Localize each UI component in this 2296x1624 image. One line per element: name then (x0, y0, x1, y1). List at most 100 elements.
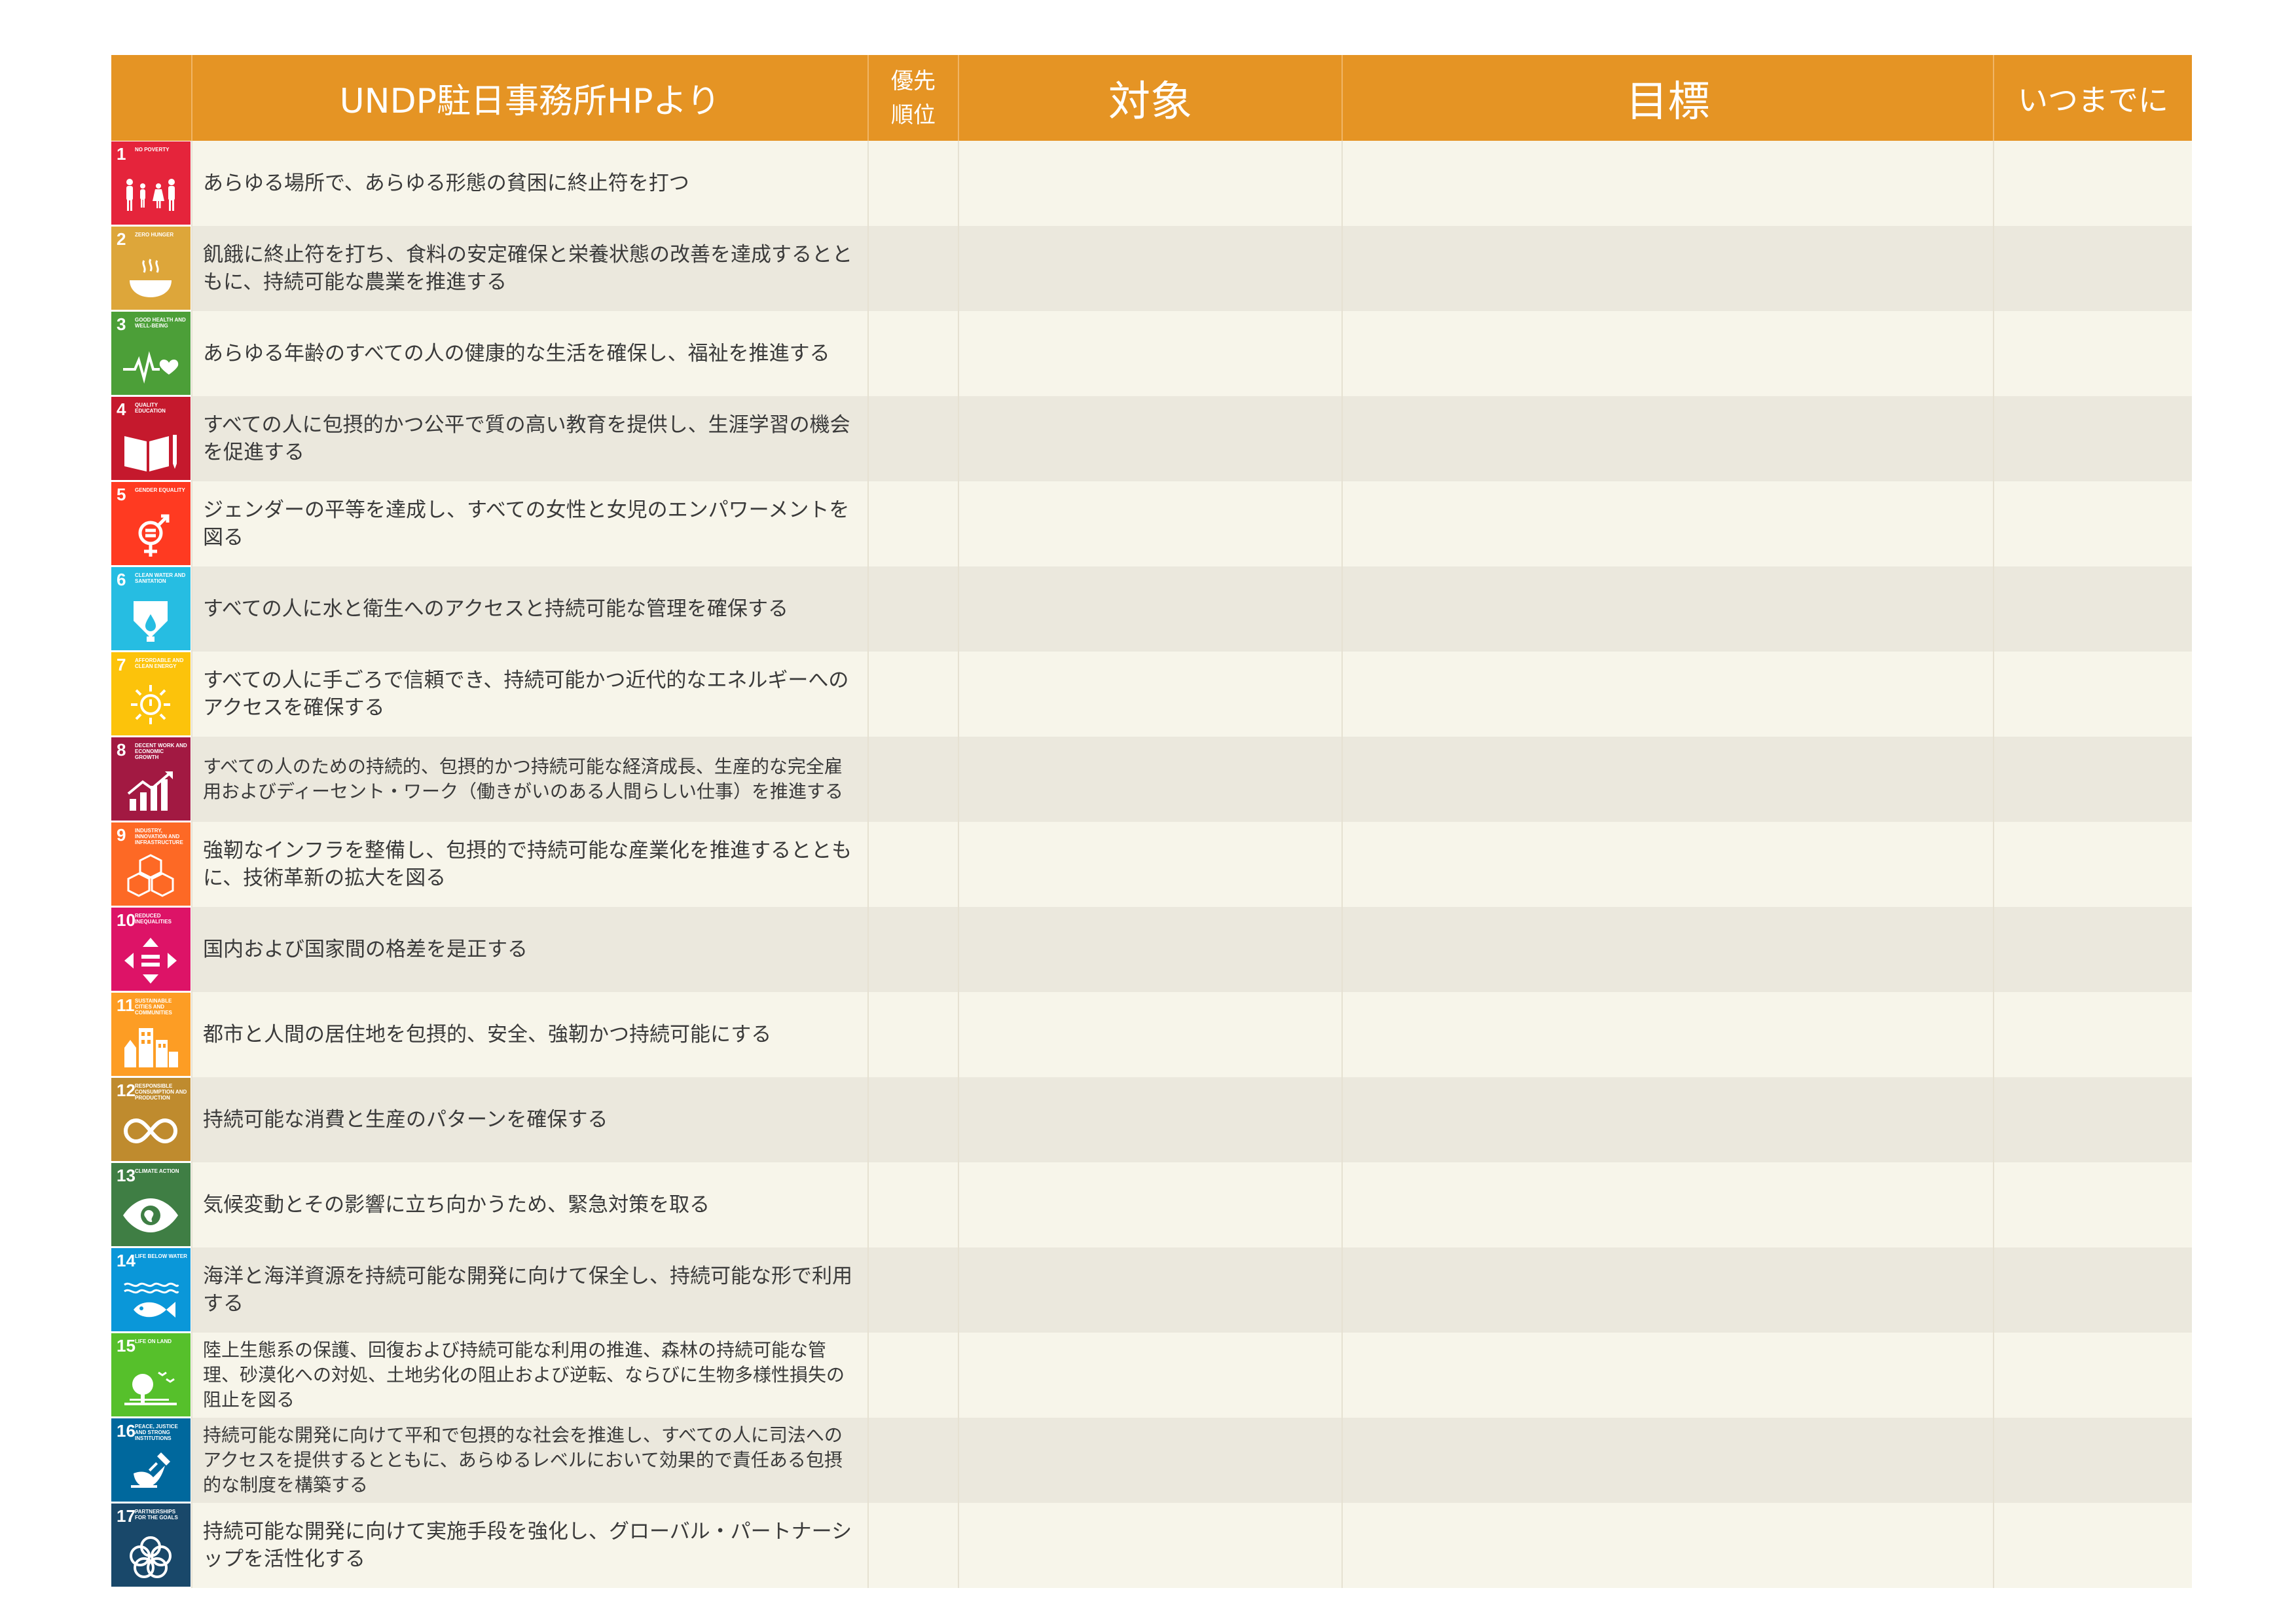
bowl-icon (130, 259, 172, 297)
priority-cell[interactable] (868, 992, 959, 1077)
deadline-cell[interactable] (1994, 566, 2192, 652)
goal-cell[interactable] (1342, 396, 1994, 481)
target-cell[interactable] (958, 907, 1343, 992)
deadline-cell[interactable] (1994, 226, 2192, 311)
goal-icon-cell: 9 INDUSTRY, INNOVATION AND INFRASTRUCTURE (111, 822, 192, 907)
goal-description: ジェンダーの平等を達成し、すべての女性と女児のエンパワーメントを図る (192, 481, 869, 566)
priority-cell[interactable] (868, 1247, 959, 1333)
goal-row: 4 QUALITY EDUCATION すべての人に包摂的かつ公平で質の高い教育を提… (111, 396, 2192, 481)
priority-cell[interactable] (868, 1503, 959, 1588)
goal-cell[interactable] (1342, 566, 1994, 652)
target-cell[interactable] (958, 1333, 1343, 1418)
deadline-cell[interactable] (1994, 737, 2192, 822)
sdg-goal-tile: 16 PEACE, JUSTICE AND STRONG INSTITUTIONS (111, 1418, 191, 1502)
deadline-cell[interactable] (1994, 1247, 2192, 1333)
priority-cell[interactable] (868, 1418, 959, 1503)
goal-cell[interactable] (1342, 226, 1994, 311)
sdg-goal-number: 8 (117, 740, 126, 760)
deadline-cell[interactable] (1994, 481, 2192, 566)
target-cell[interactable] (958, 226, 1343, 311)
sdg-goal-title: RESPONSIBLE CONSUMPTION AND PRODUCTION (135, 1083, 187, 1101)
goal-cell[interactable] (1342, 1503, 1994, 1588)
goal-row: 5 GENDER EQUALITY ジェンダーの平等を達成し、すべての女性と女児のエ… (111, 481, 2192, 566)
target-cell[interactable] (958, 1077, 1343, 1162)
priority-cell[interactable] (868, 481, 959, 566)
sdg-goal-tile: 2 ZERO HUNGER (111, 227, 191, 310)
sun-power-icon (131, 685, 170, 724)
goal-cell[interactable] (1342, 481, 1994, 566)
header-row: UNDP駐日事務所HPより 優先 順位 対象 目標 いつまでに (111, 55, 2192, 141)
goal-description: 持続可能な消費と生産のパターンを確保する (192, 1077, 869, 1162)
header-target: 対象 (958, 55, 1343, 141)
sdg-goal-number: 7 (117, 655, 126, 674)
priority-cell[interactable] (868, 1077, 959, 1162)
goal-cell[interactable] (1342, 1077, 1994, 1162)
target-cell[interactable] (958, 311, 1343, 396)
priority-cell[interactable] (868, 226, 959, 311)
goal-cell[interactable] (1342, 1418, 1994, 1503)
goal-cell[interactable] (1342, 822, 1994, 907)
deadline-cell[interactable] (1994, 1162, 2192, 1247)
deadline-cell[interactable] (1994, 907, 2192, 992)
priority-cell[interactable] (868, 652, 959, 737)
book-pencil-icon (124, 435, 177, 471)
goal-row: 3 GOOD HEALTH AND WELL-BEING あらゆる年齢のすべての人の… (111, 311, 2192, 396)
target-cell[interactable] (958, 652, 1343, 737)
target-cell[interactable] (958, 481, 1343, 566)
goal-icon-cell: 2 ZERO HUNGER (111, 226, 192, 311)
goal-cell[interactable] (1342, 652, 1994, 737)
priority-cell[interactable] (868, 1162, 959, 1247)
target-cell[interactable] (958, 141, 1343, 226)
target-cell[interactable] (958, 822, 1343, 907)
sdg-goal-number: 10 (117, 910, 136, 930)
target-cell[interactable] (958, 1247, 1343, 1333)
priority-cell[interactable] (868, 737, 959, 822)
deadline-cell[interactable] (1994, 311, 2192, 396)
deadline-cell[interactable] (1994, 652, 2192, 737)
deadline-cell[interactable] (1994, 141, 2192, 226)
sdg-goal-tile: 8 DECENT WORK AND ECONOMIC GROWTH (111, 737, 191, 821)
sdg-goal-title: GENDER EQUALITY (135, 487, 185, 493)
priority-cell[interactable] (868, 566, 959, 652)
goal-cell[interactable] (1342, 311, 1994, 396)
goal-cell[interactable] (1342, 737, 1994, 822)
sdg-goal-tile: 4 QUALITY EDUCATION (111, 397, 191, 480)
target-cell[interactable] (958, 1418, 1343, 1503)
sdg-goal-tile: 3 GOOD HEALTH AND WELL-BEING (111, 312, 191, 395)
sdg-goal-number: 1 (117, 144, 126, 164)
goal-cell[interactable] (1342, 1247, 1994, 1333)
sdg-goal-tile: 9 INDUSTRY, INNOVATION AND INFRASTRUCTURE (111, 822, 191, 906)
goal-cell[interactable] (1342, 1162, 1994, 1247)
deadline-cell[interactable] (1994, 1333, 2192, 1418)
deadline-cell[interactable] (1994, 396, 2192, 481)
deadline-cell[interactable] (1994, 1077, 2192, 1162)
priority-cell[interactable] (868, 907, 959, 992)
target-cell[interactable] (958, 396, 1343, 481)
target-cell[interactable] (958, 992, 1343, 1077)
growth-chart-icon (127, 771, 173, 811)
deadline-cell[interactable] (1994, 822, 2192, 907)
priority-cell[interactable] (868, 141, 959, 226)
priority-cell[interactable] (868, 822, 959, 907)
sdg-goal-tile: 6 CLEAN WATER AND SANITATION (111, 567, 191, 650)
sdg-goal-title: INDUSTRY, INNOVATION AND INFRASTRUCTURE (135, 828, 183, 845)
target-cell[interactable] (958, 737, 1343, 822)
target-cell[interactable] (958, 1503, 1343, 1588)
target-cell[interactable] (958, 1162, 1343, 1247)
goal-description: あらゆる年齢のすべての人の健康的な生活を確保し、福祉を推進する (192, 311, 869, 396)
goal-cell[interactable] (1342, 141, 1994, 226)
priority-cell[interactable] (868, 311, 959, 396)
goal-icon-cell: 10 REDUCED INEQUALITIES (111, 907, 192, 992)
deadline-cell[interactable] (1994, 1418, 2192, 1503)
goal-row: 2 ZERO HUNGER 飢餓に終止符を打ち、食料の安定確保と栄養状態の改善を達成… (111, 226, 2192, 311)
target-cell[interactable] (958, 566, 1343, 652)
deadline-cell[interactable] (1994, 1503, 2192, 1588)
goal-cell[interactable] (1342, 1333, 1994, 1418)
goal-cell[interactable] (1342, 907, 1994, 992)
infinity-icon (124, 1118, 177, 1144)
priority-cell[interactable] (868, 1333, 959, 1418)
deadline-cell[interactable] (1994, 992, 2192, 1077)
priority-cell[interactable] (868, 396, 959, 481)
goal-cell[interactable] (1342, 992, 1994, 1077)
header-priority-text: 優先 順位 (891, 67, 936, 128)
